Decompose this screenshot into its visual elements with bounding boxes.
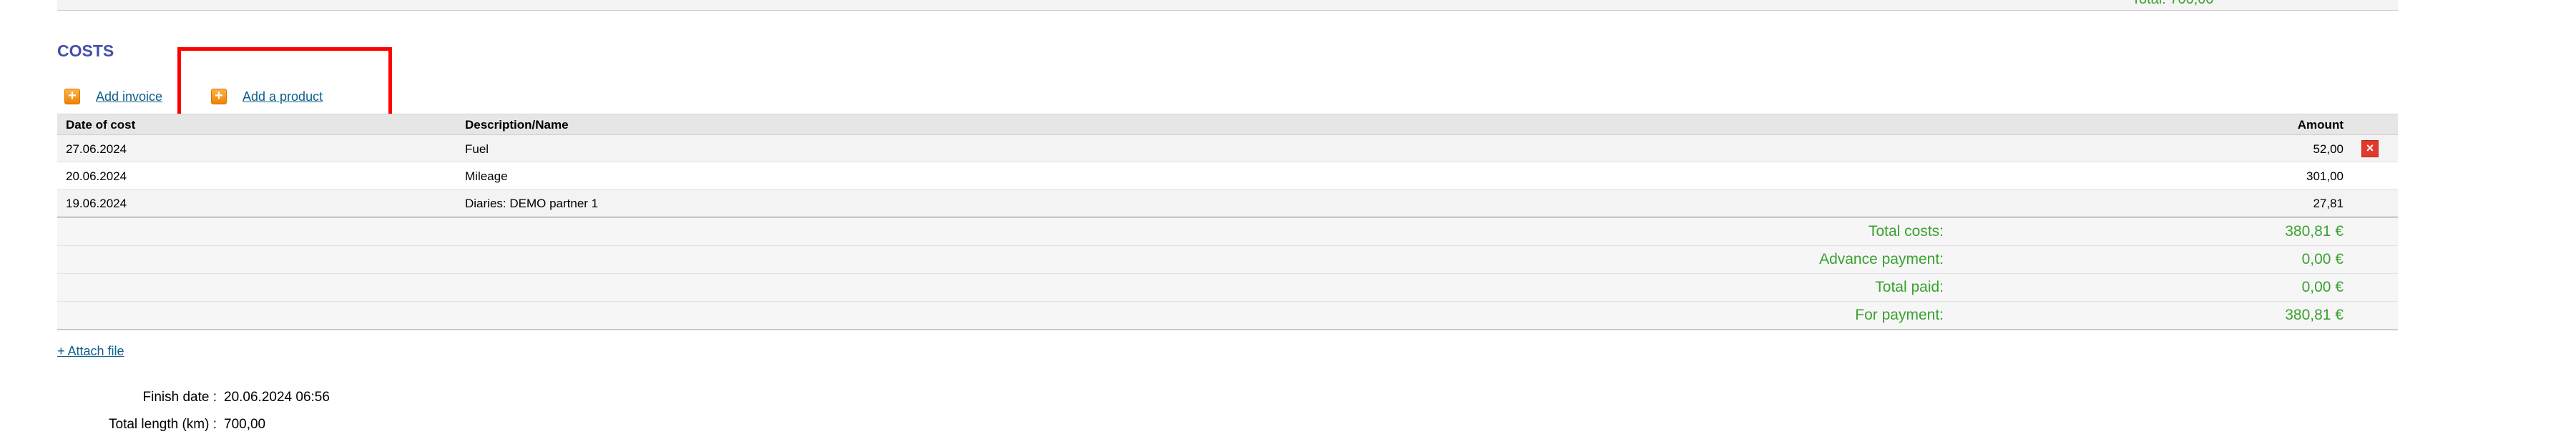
table-row: 20.06.2024 Mileage 301,00: [57, 162, 2398, 189]
row-date: 20.06.2024: [66, 169, 127, 183]
previous-section-summary: [57, 0, 2398, 11]
costs-summary: Total costs: 380,81 € Advance payment: 0…: [57, 217, 2398, 330]
row-amount: 301,00: [2306, 169, 2344, 183]
total-length-row: Total length (km) :: [57, 417, 217, 434]
row-date: 27.06.2024: [66, 142, 127, 156]
total-length-label: Total length (km) :: [109, 417, 217, 432]
summary-value: 380,81 €: [2285, 307, 2344, 323]
row-description: Diaries: DEMO partner 1: [465, 197, 599, 210]
summary-advance-payment: Advance payment: 0,00 €: [57, 246, 2398, 274]
delete-icon[interactable]: ×: [2361, 140, 2379, 157]
costs-table: Date of cost Description/Name Amount 27.…: [57, 114, 2398, 330]
attach-file-link[interactable]: + Attach file: [57, 344, 124, 359]
summary-for-payment: For payment: 380,81 €: [57, 302, 2398, 330]
summary-total-paid: Total paid: 0,00 €: [57, 274, 2398, 302]
total-length-value: 700,00: [224, 417, 266, 432]
previous-total: Total: 700,00: [2132, 0, 2214, 8]
finish-date-value: 20.06.2024 06:56: [224, 390, 330, 405]
table-row: 19.06.2024 Diaries: DEMO partner 1 27,81: [57, 189, 2398, 217]
summary-label: Total costs:: [1868, 223, 1944, 240]
column-description: Description/Name: [465, 118, 569, 132]
add-icon: +: [64, 89, 80, 104]
highlight-box: [177, 47, 392, 123]
row-amount: 27,81: [2313, 197, 2344, 210]
add-invoice-label[interactable]: Add invoice: [96, 89, 162, 104]
summary-total-costs: Total costs: 380,81 €: [57, 218, 2398, 246]
summary-value: 380,81 €: [2285, 223, 2344, 240]
summary-label: Total paid:: [1875, 279, 1944, 295]
row-description: Mileage: [465, 169, 508, 183]
summary-value: 0,00 €: [2301, 251, 2344, 267]
finish-date-label: Finish date :: [142, 390, 217, 405]
summary-value: 0,00 €: [2301, 279, 2344, 295]
row-date: 19.06.2024: [66, 197, 127, 210]
finish-date-row: Finish date :: [57, 390, 217, 407]
add-invoice-link[interactable]: + Add invoice: [64, 86, 162, 107]
summary-label: For payment:: [1855, 307, 1944, 323]
table-row: 27.06.2024 Fuel 52,00 ×: [57, 135, 2398, 162]
row-description: Fuel: [465, 142, 489, 156]
column-amount: Amount: [2297, 118, 2344, 132]
previous-total-value: 700,00: [2170, 0, 2213, 7]
column-date: Date of cost: [66, 118, 136, 132]
table-header: Date of cost Description/Name Amount: [57, 114, 2398, 135]
costs-section-title: COSTS: [57, 41, 114, 60]
row-amount: 52,00: [2313, 142, 2344, 156]
previous-total-label: Total:: [2132, 0, 2166, 7]
summary-label: Advance payment:: [1819, 251, 1944, 267]
